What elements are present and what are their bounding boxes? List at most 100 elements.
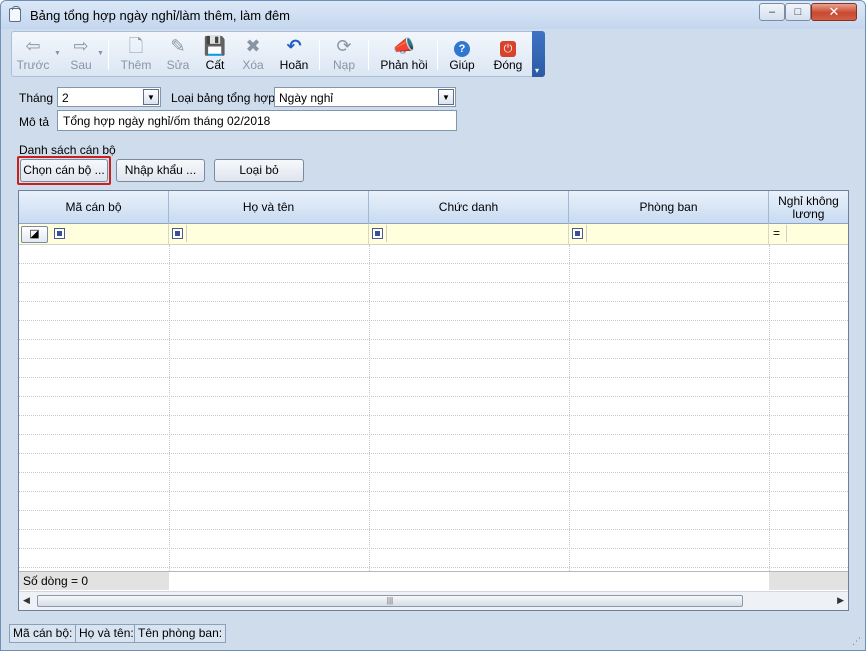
table-row[interactable]	[19, 378, 848, 397]
toolbar-overflow-button[interactable]: ▾	[532, 31, 545, 77]
status-bar: Mã cán bộ: Họ và tên: Tên phòng ban: ⋰	[1, 621, 865, 650]
resize-grip-icon[interactable]: ⋰	[852, 636, 861, 647]
close-window-button[interactable]: ✕	[811, 3, 857, 21]
filter-operator-icon[interactable]	[172, 228, 183, 239]
table-row[interactable]	[19, 283, 848, 302]
add-button[interactable]: 🗋 Thêm	[116, 33, 156, 77]
previous-dropdown-icon[interactable]: ▼	[54, 50, 61, 57]
month-label: Tháng	[19, 91, 54, 105]
undo-button[interactable]: ↶ Hoãn	[274, 33, 314, 77]
chevron-down-icon: ▾	[535, 66, 540, 75]
status-full-name: Họ và tên:	[75, 624, 138, 643]
toolbar-separator	[108, 40, 109, 70]
table-row[interactable]	[19, 549, 848, 568]
minimize-button[interactable]: –	[759, 3, 785, 21]
filter-operator-icon[interactable]	[572, 228, 583, 239]
status-department: Tên phòng ban:	[134, 624, 227, 643]
previous-label: Trước	[16, 58, 50, 72]
table-row[interactable]	[19, 435, 848, 454]
month-select[interactable]: 2 ▼	[57, 87, 161, 107]
edit-button[interactable]: ✎ Sửa	[160, 33, 196, 77]
filter-cell-staff-code[interactable]: ◪	[19, 224, 169, 244]
description-input[interactable]: Tổng hợp ngày nghỉ/ốm tháng 02/2018	[57, 110, 457, 131]
edit-label: Sửa	[166, 58, 190, 72]
save-button[interactable]: 💾 Cất	[199, 33, 231, 77]
row-count: Số dòng = 0	[23, 574, 89, 588]
table-row[interactable]	[19, 511, 848, 530]
chevron-down-icon[interactable]: ▼	[143, 89, 159, 105]
table-row[interactable]	[19, 473, 848, 492]
close-form-label: Đóng	[493, 58, 523, 72]
table-row[interactable]	[19, 397, 848, 416]
column-header-department[interactable]: Phòng ban	[569, 191, 769, 224]
reload-label: Nạp	[332, 58, 355, 72]
staff-grid[interactable]: Mã cán bộ Họ và tên Chức danh Phòng ban …	[18, 190, 849, 611]
scroll-thumb[interactable]: |||	[37, 595, 743, 607]
filter-equals-icon[interactable]: =	[773, 226, 780, 240]
grid-header: Mã cán bộ Họ và tên Chức danh Phòng ban …	[19, 191, 848, 224]
filter-divider	[786, 225, 787, 242]
filter-cell-job-title[interactable]	[369, 224, 569, 244]
arrow-left-icon: ⇦	[25, 36, 41, 56]
previous-button[interactable]: ⇦ Trước	[14, 33, 52, 77]
edit-document-icon: ✎	[170, 36, 186, 56]
delete-button[interactable]: ✖ Xóa	[236, 33, 270, 77]
filter-cell-full-name[interactable]	[169, 224, 369, 244]
table-row[interactable]	[19, 416, 848, 435]
table-row[interactable]	[19, 245, 848, 264]
delete-label: Xóa	[242, 58, 264, 72]
clipboard-app-icon	[9, 6, 21, 22]
description-label: Mô tả	[19, 115, 50, 129]
select-staff-button[interactable]: Chọn cán bộ ...	[20, 159, 108, 182]
filter-cell-unpaid-leave[interactable]: =	[769, 224, 848, 244]
description-value: Tổng hợp ngày nghỉ/ốm tháng 02/2018	[63, 114, 271, 128]
table-row[interactable]	[19, 340, 848, 359]
month-value: 2	[62, 91, 69, 105]
summary-type-label: Loại bảng tổng hợp	[171, 91, 275, 105]
add-label: Thêm	[120, 58, 152, 72]
table-row[interactable]	[19, 530, 848, 549]
column-header-staff-code[interactable]: Mã cán bộ	[19, 191, 169, 224]
table-row[interactable]	[19, 492, 848, 511]
reload-button[interactable]: ⟳ Nạp	[326, 33, 362, 77]
help-icon-glyph: ?	[454, 41, 470, 57]
table-row[interactable]	[19, 321, 848, 340]
title-bar[interactable]: Bảng tổng hợp ngày nghỉ/làm thêm, làm đê…	[1, 1, 865, 29]
filter-operator-icon[interactable]	[372, 228, 383, 239]
grid-body[interactable]	[19, 245, 848, 571]
help-label: Giúp	[449, 58, 475, 72]
staff-list-label: Danh sách cán bộ	[19, 143, 116, 157]
table-row[interactable]	[19, 359, 848, 378]
horizontal-scrollbar[interactable]: ◀ ||| ▶	[19, 591, 848, 610]
scroll-right-icon[interactable]: ▶	[837, 595, 844, 606]
close-form-button[interactable]: ⏻ Đóng	[488, 33, 528, 77]
table-row[interactable]	[19, 302, 848, 321]
filter-operator-icon[interactable]	[54, 228, 65, 239]
table-row[interactable]	[19, 264, 848, 283]
maximize-button[interactable]: □	[785, 3, 811, 21]
table-row[interactable]	[19, 454, 848, 473]
filter-divider	[186, 225, 187, 242]
toolbar-separator	[368, 40, 369, 70]
arrow-right-icon: ⇨	[73, 36, 89, 56]
chevron-down-icon[interactable]: ▼	[438, 89, 454, 105]
add-document-icon: 🗋	[128, 36, 144, 56]
next-dropdown-icon[interactable]: ▼	[97, 50, 104, 57]
remove-button[interactable]: Loại bỏ	[214, 159, 304, 182]
column-header-full-name[interactable]: Họ và tên	[169, 191, 369, 224]
scroll-left-icon[interactable]: ◀	[23, 595, 30, 606]
import-button[interactable]: Nhập khẩu ...	[116, 159, 205, 182]
summary-type-select[interactable]: Ngày nghỉ ▼	[274, 87, 456, 107]
filter-divider	[386, 225, 387, 242]
filter-editor-button[interactable]: ◪	[21, 226, 48, 243]
filter-cell-department[interactable]	[569, 224, 769, 244]
summary-type-value: Ngày nghỉ	[279, 91, 334, 105]
column-header-unpaid-leave[interactable]: Nghỉ không lương	[769, 191, 848, 224]
reload-icon: ⟳	[336, 36, 352, 56]
help-button[interactable]: ? Giúp	[444, 33, 480, 77]
grid-footer: Số dòng = 0	[19, 571, 848, 590]
feedback-button[interactable]: 📣 Phản hồi	[376, 33, 432, 77]
next-button[interactable]: ⇨ Sau	[64, 33, 98, 77]
power-close-icon: ⏻	[488, 35, 528, 57]
column-header-job-title[interactable]: Chức danh	[369, 191, 569, 224]
